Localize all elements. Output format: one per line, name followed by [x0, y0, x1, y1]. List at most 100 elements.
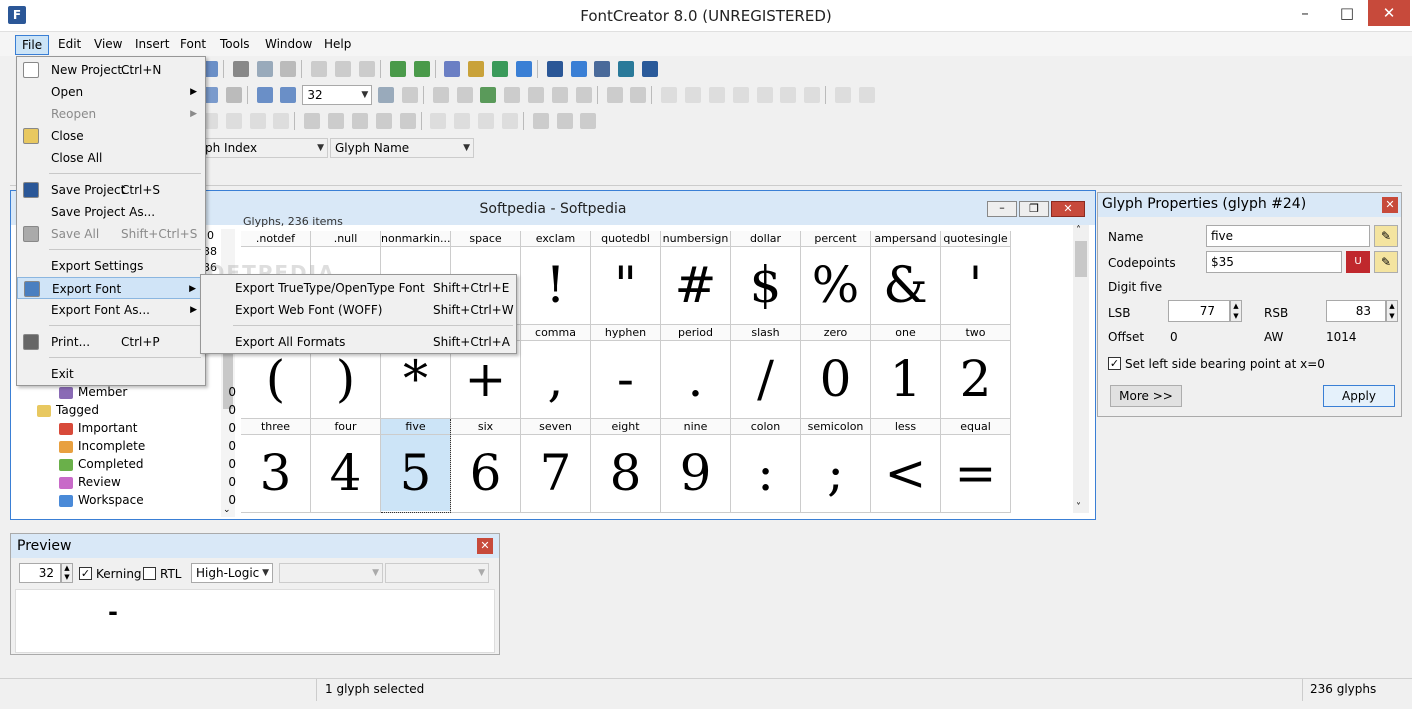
codepoints-edit-icon[interactable]: ✎ [1374, 251, 1398, 273]
file-menu-item[interactable]: Save Project Ctrl+S [17, 179, 205, 201]
glyph-cell[interactable]: semicolon; [801, 419, 871, 513]
glyph-cell[interactable]: three 3 [241, 419, 311, 513]
size-icon[interactable] [732, 87, 749, 103]
zoom-in-icon[interactable] [256, 87, 273, 103]
next-icon[interactable] [630, 87, 647, 103]
file-menu-item[interactable]: Export Settings [17, 255, 205, 277]
unicode-icon[interactable]: U [1346, 251, 1370, 273]
properties-icon[interactable] [546, 61, 563, 77]
paste-icon[interactable] [280, 61, 297, 77]
decompose-icon[interactable] [858, 87, 875, 103]
pen-icon[interactable] [504, 87, 521, 103]
apply-button[interactable]: Apply [1323, 385, 1395, 407]
tree-item[interactable]: Important 0 [21, 419, 236, 437]
pointer-icon[interactable] [432, 87, 449, 103]
glyph-cell[interactable]: four 4 [311, 419, 381, 513]
glyph-cell[interactable]: percent% [801, 231, 871, 325]
align-icon[interactable] [661, 87, 678, 103]
distribute-icon[interactable] [708, 87, 725, 103]
close-icon[interactable]: ✕ [1368, 0, 1410, 26]
tree-item[interactable]: Review 0 [21, 473, 236, 491]
glyph-cell[interactable]: one 1 [871, 325, 941, 419]
maximize-icon[interactable]: □ [1326, 0, 1368, 26]
scroll-up-icon[interactable]: ˄ [1076, 225, 1081, 236]
tree-item[interactable]: Workspace 0 [21, 491, 236, 509]
union-icon[interactable] [532, 113, 549, 129]
center-icon[interactable] [685, 87, 702, 103]
file-menu-item[interactable]: Close [17, 125, 205, 147]
intersect-icon[interactable] [556, 113, 573, 129]
file-menu-item[interactable]: Export Font ▶ [17, 277, 205, 299]
props-close-icon[interactable]: ✕ [1382, 197, 1398, 213]
add-glyph-icon[interactable] [389, 61, 406, 77]
glyph-cell[interactable]: ampersand & [871, 231, 941, 325]
glyph-cell[interactable]: period. [661, 325, 731, 419]
image-icon[interactable] [225, 87, 242, 103]
glyph-cell[interactable]: equal = [941, 419, 1011, 513]
preview-size-input[interactable]: 32 [19, 563, 61, 583]
rsb-spinner-icon[interactable]: ▲ ▼ [1386, 300, 1398, 322]
hint-icon[interactable] [375, 113, 392, 129]
file-menu-item[interactable]: Close All [17, 147, 205, 169]
glyph-cell[interactable]: five 5 [381, 419, 451, 513]
script-select[interactable]: ▼ [279, 563, 383, 583]
menu-font[interactable]: Font [174, 35, 212, 55]
tree-item[interactable]: Incomplete 0 [21, 437, 236, 455]
glyph-cell[interactable]: quotesingle ' [941, 231, 1011, 325]
transform-4-icon[interactable] [273, 113, 290, 129]
glyph-index-select[interactable]: ph Index ▼ [200, 138, 328, 158]
undo-icon[interactable] [311, 61, 328, 77]
metrics-icon[interactable] [304, 113, 321, 129]
file-menu-item[interactable]: Reopen ▶ [17, 103, 205, 125]
copy-icon[interactable] [256, 61, 273, 77]
grid-scrollbar[interactable]: ˄ ˅ [1073, 225, 1089, 513]
file-menu-item[interactable]: Save All Shift+Ctrl+S [17, 223, 205, 245]
ellipse-icon[interactable] [575, 87, 592, 103]
test-icon[interactable] [594, 61, 611, 77]
preview-close-icon[interactable]: ✕ [477, 538, 493, 554]
rect-icon[interactable] [551, 87, 568, 103]
grid-scroll-thumb[interactable] [1075, 241, 1087, 277]
layout-engine-select[interactable]: High-Logic ▼ [191, 563, 273, 583]
name-input[interactable]: five [1206, 225, 1370, 247]
more-button[interactable]: More >> [1110, 385, 1182, 407]
validate-icon[interactable] [492, 61, 509, 77]
fit-icon[interactable] [378, 87, 395, 103]
glyph-cell[interactable]: eight 8 [591, 419, 661, 513]
anchor-icon[interactable] [780, 87, 797, 103]
select-icon[interactable] [401, 87, 418, 103]
glyph-cell[interactable]: exclam! [521, 231, 591, 325]
glyph-cell[interactable]: numbersign # [661, 231, 731, 325]
tree-item[interactable]: Tagged 0 [21, 401, 236, 419]
rsb-input[interactable]: 83 [1326, 300, 1386, 322]
transform-3-icon[interactable] [249, 113, 266, 129]
brush-icon[interactable] [468, 61, 485, 77]
lsb-spinner-icon[interactable]: ▲ ▼ [1230, 300, 1242, 322]
eraser-icon[interactable] [328, 113, 345, 129]
add-composite-icon[interactable] [413, 61, 430, 77]
glyph-cell[interactable]: dollar $ [731, 231, 801, 325]
glyph-cell[interactable]: nine 9 [661, 419, 731, 513]
menu-edit[interactable]: Edit [52, 35, 87, 55]
smile-icon[interactable] [399, 113, 416, 129]
glyph-cell[interactable]: quotedbl " [591, 231, 661, 325]
menu-tools[interactable]: Tools [214, 35, 256, 55]
codepoints-input[interactable]: $35 [1206, 251, 1342, 273]
lsb-checkbox[interactable]: ✓ [1108, 357, 1121, 370]
mirror-icon[interactable] [430, 113, 447, 129]
preview-size-spinner-icon[interactable]: ▲ ▼ [61, 563, 73, 583]
skew-icon[interactable] [501, 113, 518, 129]
spell-check-icon[interactable] [444, 61, 461, 77]
menu-file[interactable]: File [15, 35, 50, 55]
child-close-icon[interactable]: ✕ [1051, 201, 1085, 217]
text-icon[interactable] [515, 61, 532, 77]
components-icon[interactable] [835, 87, 852, 103]
zoom-select[interactable]: 32 ▼ [302, 85, 373, 105]
file-menu-item[interactable]: Save Project As... [17, 201, 205, 223]
menu-help[interactable]: Help [318, 35, 357, 55]
language-select[interactable]: ▼ [385, 563, 489, 583]
glyph-cell[interactable]: seven 7 [521, 419, 591, 513]
glyph-cell[interactable]: colon: [731, 419, 801, 513]
subtract-icon[interactable] [580, 113, 597, 129]
file-menu-item[interactable]: New Project... Ctrl+N [17, 59, 205, 81]
